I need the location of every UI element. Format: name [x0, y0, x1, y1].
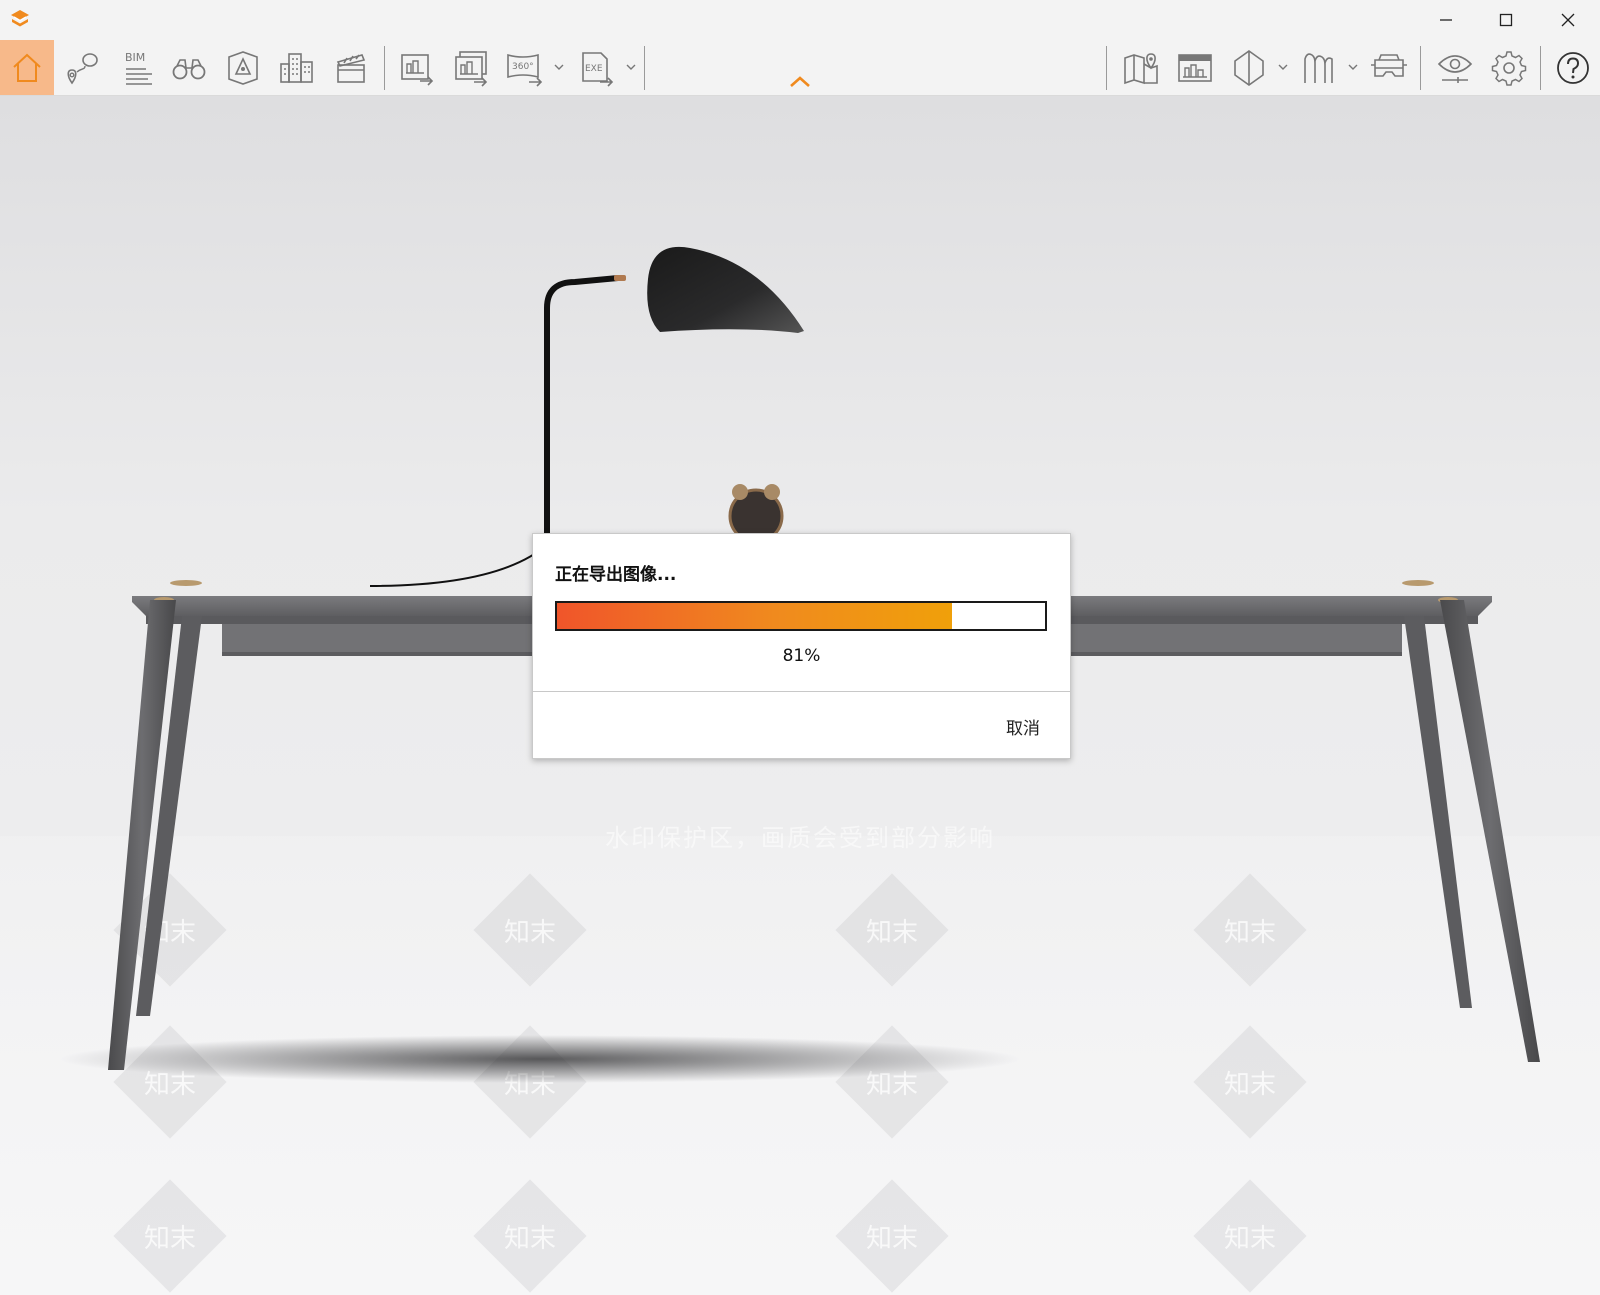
vr-headset-icon — [1371, 53, 1407, 77]
location-pin-icon — [67, 52, 98, 84]
progress-percent: 81% — [782, 646, 821, 666]
svg-text:360°: 360° — [512, 62, 534, 72]
toolbar-separator — [1420, 46, 1421, 90]
map-icon — [1124, 52, 1158, 84]
minimize-button[interactable] — [1414, 0, 1478, 40]
bim-icon: BIM — [125, 51, 152, 85]
binoculars-icon — [172, 58, 206, 79]
clapperboard-icon — [336, 53, 366, 83]
close-button[interactable] — [1536, 0, 1600, 40]
bim-button[interactable]: BIM — [108, 40, 162, 95]
location-button[interactable] — [54, 40, 108, 95]
eye-icon — [1437, 54, 1473, 83]
svg-text:BIM: BIM — [125, 51, 145, 64]
toolbar-separator — [1540, 46, 1541, 90]
maximize-button[interactable] — [1474, 0, 1538, 40]
toolbar-separator — [384, 46, 385, 90]
export-exe-icon: EXE — [582, 51, 614, 87]
minimize-icon — [1440, 19, 1452, 21]
home-button[interactable] — [0, 40, 54, 95]
chevron-down-icon[interactable] — [1346, 60, 1360, 74]
camera-view-icon — [228, 50, 258, 85]
map-button[interactable] — [1114, 40, 1168, 95]
export-image-button[interactable] — [390, 40, 444, 95]
help-icon — [1557, 51, 1589, 84]
export-batch-button[interactable] — [444, 40, 498, 95]
section-button[interactable] — [1222, 40, 1276, 95]
progress-bar — [555, 601, 1047, 631]
home-icon — [13, 53, 41, 82]
panel-button[interactable] — [1168, 40, 1222, 95]
material-button[interactable] — [1292, 40, 1346, 95]
export-exe-button[interactable]: EXE — [570, 40, 624, 95]
gear-icon — [1491, 50, 1527, 86]
material-icon — [1304, 52, 1333, 83]
cancel-button[interactable]: 取消 — [1006, 714, 1040, 739]
collapse-toolbar-chevron-up-icon[interactable] — [788, 74, 812, 90]
svg-text:EXE: EXE — [585, 64, 603, 74]
help-button[interactable] — [1546, 40, 1600, 95]
section-icon — [1234, 49, 1264, 86]
buildings-icon — [280, 52, 313, 83]
progress-fill — [557, 603, 953, 629]
camera-view-button[interactable] — [216, 40, 270, 95]
export-image-icon — [401, 53, 434, 86]
close-icon — [1561, 13, 1575, 27]
toolbar-separator — [1106, 46, 1107, 90]
visibility-button[interactable] — [1428, 40, 1482, 95]
binoculars-button[interactable] — [162, 40, 216, 95]
chevron-down-icon[interactable] — [552, 60, 566, 74]
app-logo-icon — [11, 10, 29, 27]
dialog-title: 正在导出图像... — [555, 565, 677, 585]
buildings-button[interactable] — [270, 40, 324, 95]
chevron-down-icon[interactable] — [1276, 60, 1290, 74]
settings-button[interactable] — [1482, 40, 1536, 95]
dialog-divider — [533, 691, 1070, 692]
maximize-icon — [1499, 13, 1513, 27]
export-360-icon: 360° — [507, 53, 543, 87]
vr-button[interactable] — [1362, 40, 1416, 95]
export-360-button[interactable]: 360° — [498, 40, 552, 95]
title-bar — [0, 0, 1600, 40]
export-progress-dialog: 正在导出图像... 81% 取消 — [532, 533, 1071, 759]
toolbar-separator — [644, 46, 645, 90]
watermark-notice: 水印保护区，画质会受到部分影响 — [605, 824, 995, 852]
panel-icon — [1178, 53, 1212, 82]
chevron-down-icon[interactable] — [624, 60, 638, 74]
export-batch-icon — [455, 50, 488, 87]
clapperboard-button[interactable] — [324, 40, 378, 95]
